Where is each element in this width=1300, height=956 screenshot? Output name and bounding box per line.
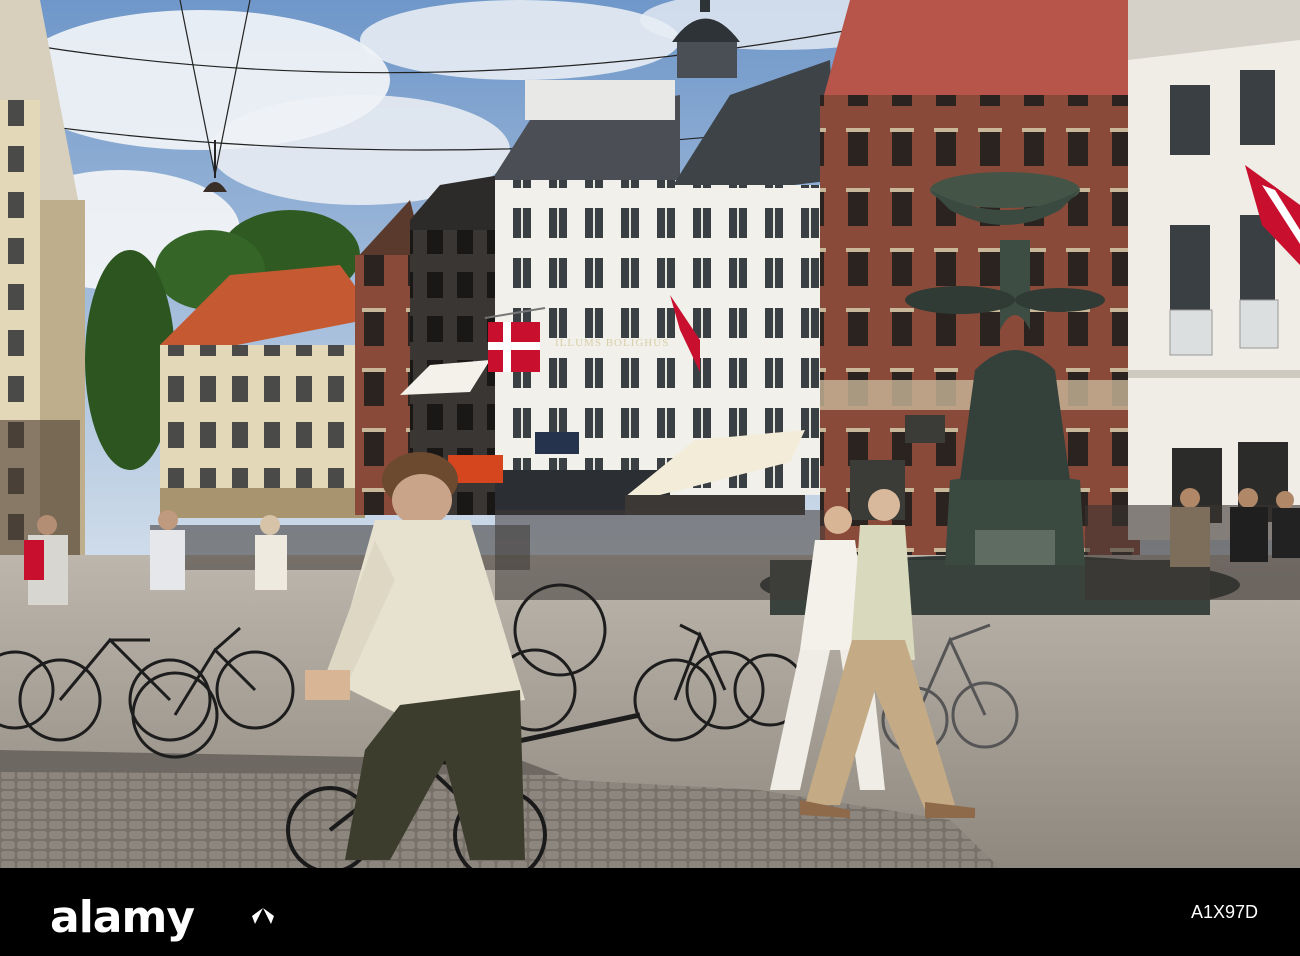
alamy-logo: alamy xyxy=(50,892,195,943)
image-id: A1X97D xyxy=(1190,902,1258,922)
store-sign: ILLUMS BOLIGHUS xyxy=(555,337,669,349)
stock-watermark-bar: alamy A1X97D xyxy=(0,868,1300,956)
alamy-logo-mark xyxy=(252,908,274,924)
white-corner-building xyxy=(1128,0,1300,540)
street-photo: ILLUMS BOLIGHUS xyxy=(0,0,1300,868)
